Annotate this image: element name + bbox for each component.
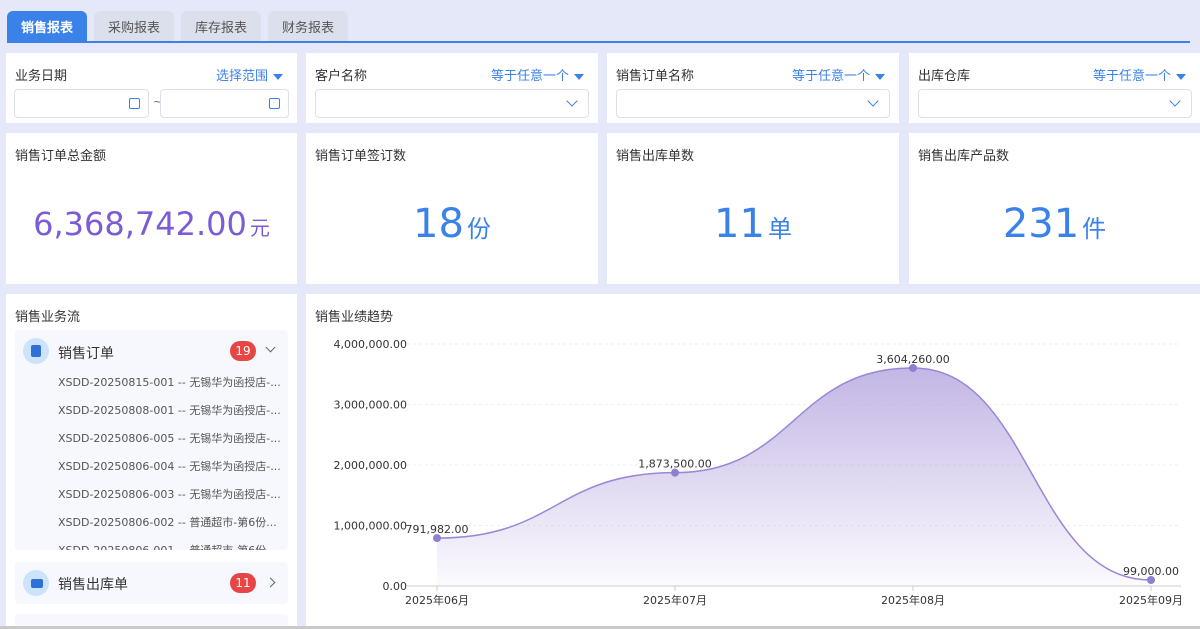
kpi-value: 231 (1002, 201, 1080, 247)
data-label: 1,873,500.00 (638, 458, 711, 471)
caret-down-icon (1176, 73, 1186, 80)
kpi-product-count: 销售出库产品数 231 件 (909, 133, 1200, 284)
filter-business-date: 业务日期 选择范围 ~ (6, 53, 297, 123)
filter-label: 出库仓库 (918, 69, 971, 84)
x-tick-label: 2025年07月 (643, 593, 707, 607)
x-tick-label: 2025年08月 (881, 593, 945, 607)
start-date-input[interactable] (14, 89, 149, 118)
section-title: 销售出库单 (58, 577, 128, 593)
filter-operator[interactable]: 等于任意一个 (792, 65, 885, 84)
y-tick-label: 4,000,000.00 (334, 338, 407, 351)
truck-icon (23, 570, 49, 596)
warehouse-select[interactable] (918, 89, 1192, 118)
chevron-down-icon (566, 95, 578, 107)
flow-section-sales-order: 销售订单 19 XSDD-20250815-001 -- 无锡华为函授店-...… (15, 330, 288, 550)
data-label: 99,000.00 (1123, 565, 1179, 578)
caret-down-icon (875, 73, 885, 80)
filter-operator[interactable]: 选择范围 (216, 65, 283, 84)
order-select[interactable] (616, 89, 890, 118)
tab-finance-report[interactable]: 财务报表 (268, 11, 348, 41)
tab-inventory-report[interactable]: 库存报表 (181, 11, 261, 41)
filter-label: 业务日期 (15, 69, 68, 84)
operator-label: 等于任意一个 (1092, 69, 1171, 84)
kpi-order-count: 销售订单签订数 18 份 (306, 133, 598, 284)
kpi-unit: 元 (249, 216, 270, 240)
count-badge: 11 (230, 573, 256, 593)
filter-label: 销售订单名称 (616, 69, 695, 84)
filter-operator[interactable]: 等于任意一个 (491, 65, 584, 84)
filter-customer-name: 客户名称 等于任意一个 (306, 53, 598, 123)
calendar-icon (129, 98, 140, 109)
chevron-down-icon (867, 95, 879, 107)
kpi-value: 11 (714, 201, 765, 247)
filter-warehouse: 出库仓库 等于任意一个 (909, 53, 1200, 123)
sales-trend-chart: 0.00 1,000,000.00 2,000,000.00 3,000,000.00… (334, 338, 1183, 607)
order-list-item[interactable]: XSDD-20250806-002 -- 普通超市-第6份... (58, 514, 277, 530)
section-title: 销售订单 (58, 346, 114, 362)
flow-section-outbound[interactable]: 销售出库单 11 (15, 562, 288, 604)
data-label: 3,604,260.00 (876, 353, 949, 366)
sales-flow-panel: 销售业务流 销售订单 19 XSDD-20250815-001 -- 无锡华为函… (6, 294, 297, 629)
kpi-value: 6,368,742.00 (33, 205, 247, 243)
kpi-unit: 件 (1082, 215, 1107, 243)
kpi-title: 销售订单签订数 (315, 149, 407, 164)
kpi-title: 销售出库单数 (616, 149, 695, 164)
kpi-unit: 单 (767, 215, 792, 243)
calendar-icon (269, 98, 280, 109)
customer-select[interactable] (315, 89, 589, 118)
operator-label: 等于任意一个 (490, 69, 569, 84)
order-list-item[interactable]: XSDD-20250806-003 -- 无锡华为函授店-... (58, 486, 281, 502)
area-fill (437, 367, 1151, 586)
operator-label: 选择范围 (215, 69, 268, 84)
filter-label: 客户名称 (315, 69, 368, 84)
order-list-item[interactable]: XSDD-20250806-005 -- 无锡华为函授店-... (58, 430, 281, 446)
kpi-outbound-count: 销售出库单数 11 单 (607, 133, 899, 284)
order-list-item[interactable]: XSDD-20250808-001 -- 无锡华为函授店-... (58, 402, 281, 418)
panel-title: 销售业务流 (15, 310, 81, 325)
operator-label: 等于任意一个 (791, 69, 870, 84)
filter-operator[interactable]: 等于任意一个 (1093, 65, 1186, 84)
x-tick-label: 2025年06月 (405, 593, 469, 607)
order-list-item[interactable]: XSDD-20250815-001 -- 无锡华为函授店-... (58, 374, 281, 390)
order-list-item[interactable]: XSDD-20250806-001 -- 普通超市-第6份... (58, 542, 277, 550)
y-tick-label: 0.00 (383, 580, 408, 593)
caret-down-icon (273, 73, 283, 80)
y-tick-label: 2,000,000.00 (334, 459, 407, 472)
data-label: 791,982.00 (406, 523, 469, 536)
kpi-title: 销售订单总金额 (15, 149, 107, 164)
kpi-title: 销售出库产品数 (918, 149, 1010, 164)
chevron-right-icon[interactable] (265, 577, 276, 588)
x-tick-label: 2025年09月 (1119, 593, 1183, 607)
y-tick-label: 1,000,000.00 (334, 520, 407, 533)
report-tabs: 销售报表 采购报表 库存报表 财务报表 (7, 11, 1190, 43)
document-icon (23, 338, 49, 364)
filter-order-name: 销售订单名称 等于任意一个 (607, 53, 899, 123)
end-date-input[interactable] (160, 89, 289, 118)
tab-purchase-report[interactable]: 采购报表 (94, 11, 174, 41)
chevron-down-icon[interactable] (265, 342, 276, 353)
kpi-unit: 份 (466, 215, 491, 243)
chevron-down-icon (1169, 95, 1181, 107)
count-badge: 19 (230, 341, 256, 361)
tab-sales-report[interactable]: 销售报表 (7, 11, 87, 41)
sales-trend-panel: 销售业绩趋势 0.00 1,000,000.00 2,000,000.00 3,000… (306, 294, 1200, 629)
order-list-item[interactable]: XSDD-20250806-004 -- 无锡华为函授店-... (58, 458, 281, 474)
kpi-order-amount: 销售订单总金额 6,368,742.00 元 (6, 133, 297, 284)
caret-down-icon (574, 73, 584, 80)
kpi-value: 18 (413, 201, 464, 247)
y-tick-label: 3,000,000.00 (334, 399, 407, 412)
